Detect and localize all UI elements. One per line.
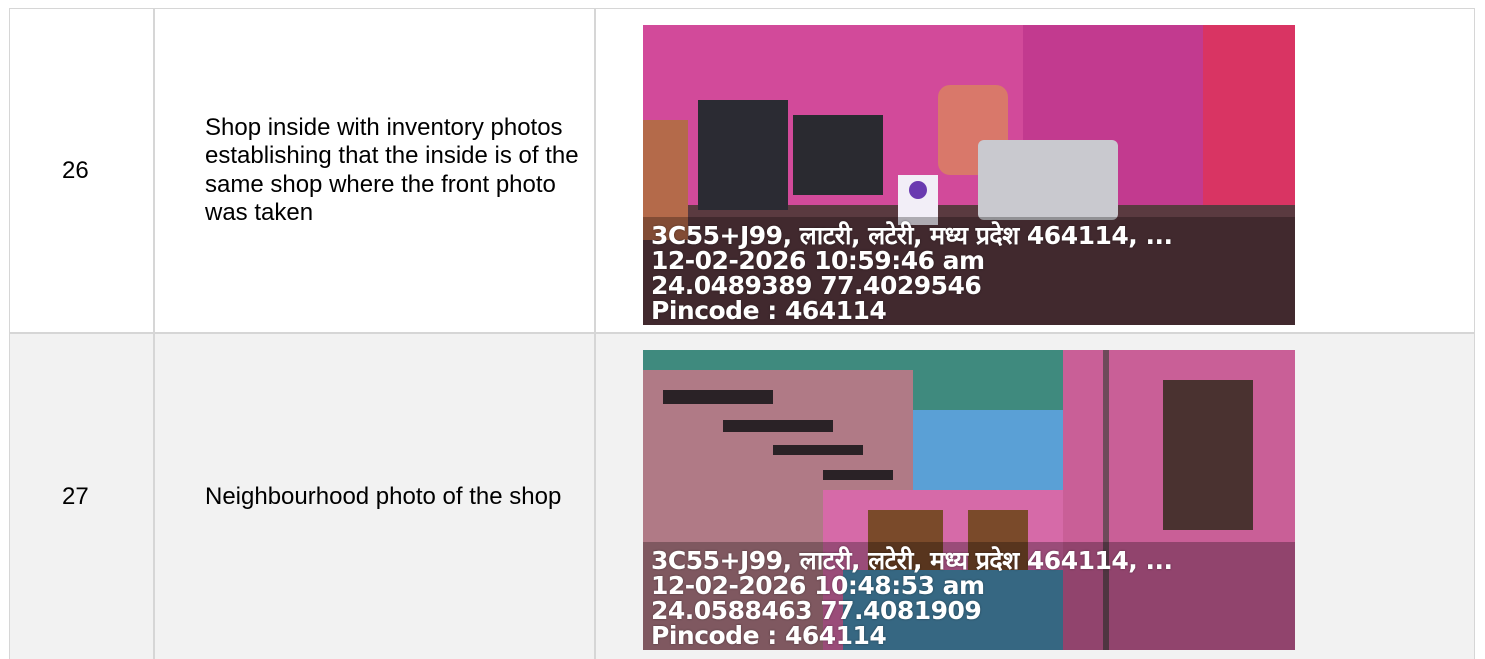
photo-cell: 3C55+J99, लाटरी, लटेरी, मध्य प्रदेश 4641… xyxy=(595,333,1475,659)
photo-description: Shop inside with inventory photos establ… xyxy=(205,113,579,227)
serial-cell: 27 xyxy=(9,333,154,659)
stamp-address: 3C55+J99, लाटरी, लटेरी, मध्य प्रदेश 4641… xyxy=(651,546,1173,575)
serial-number: 26 xyxy=(62,156,89,184)
photo-description: Neighbourhood photo of the shop xyxy=(205,482,562,510)
stamp-address: 3C55+J99, लाटरी, लटेरी, मध्य प्रदेश 4641… xyxy=(651,221,1173,250)
shop-inside-photo: 3C55+J99, लाटरी, लटेरी, मध्य प्रदेश 4641… xyxy=(643,25,1295,325)
description-cell: Shop inside with inventory photos establ… xyxy=(154,8,595,333)
evidence-table: 26 Shop inside with inventory photos est… xyxy=(9,8,1475,659)
description-cell: Neighbourhood photo of the shop xyxy=(154,333,595,659)
table-row: 27 Neighbourhood photo of the shop 3C55+… xyxy=(9,333,1475,659)
photo-cell: 3C55+J99, लाटरी, लटेरी, मध्य प्रदेश 4641… xyxy=(595,8,1475,333)
table-row: 26 Shop inside with inventory photos est… xyxy=(9,8,1475,333)
stamp-pincode: Pincode : 464114 xyxy=(651,296,887,325)
stamp-datetime: 12-02-2026 10:48:53 am xyxy=(651,571,985,600)
stamp-datetime: 12-02-2026 10:59:46 am xyxy=(651,246,985,275)
geo-stamp: 3C55+J99, लाटरी, लटेरी, मध्य प्रदेश 4641… xyxy=(651,546,1173,650)
neighbourhood-photo: 3C55+J99, लाटरी, लटेरी, मध्य प्रदेश 4641… xyxy=(643,350,1295,650)
stamp-pincode: Pincode : 464114 xyxy=(651,621,887,650)
serial-cell: 26 xyxy=(9,8,154,333)
stamp-coords: 24.0489389 77.4029546 xyxy=(651,271,982,300)
stamp-coords: 24.0588463 77.4081909 xyxy=(651,596,982,625)
serial-number: 27 xyxy=(62,482,89,510)
geo-stamp: 3C55+J99, लाटरी, लटेरी, मध्य प्रदेश 4641… xyxy=(651,221,1173,325)
